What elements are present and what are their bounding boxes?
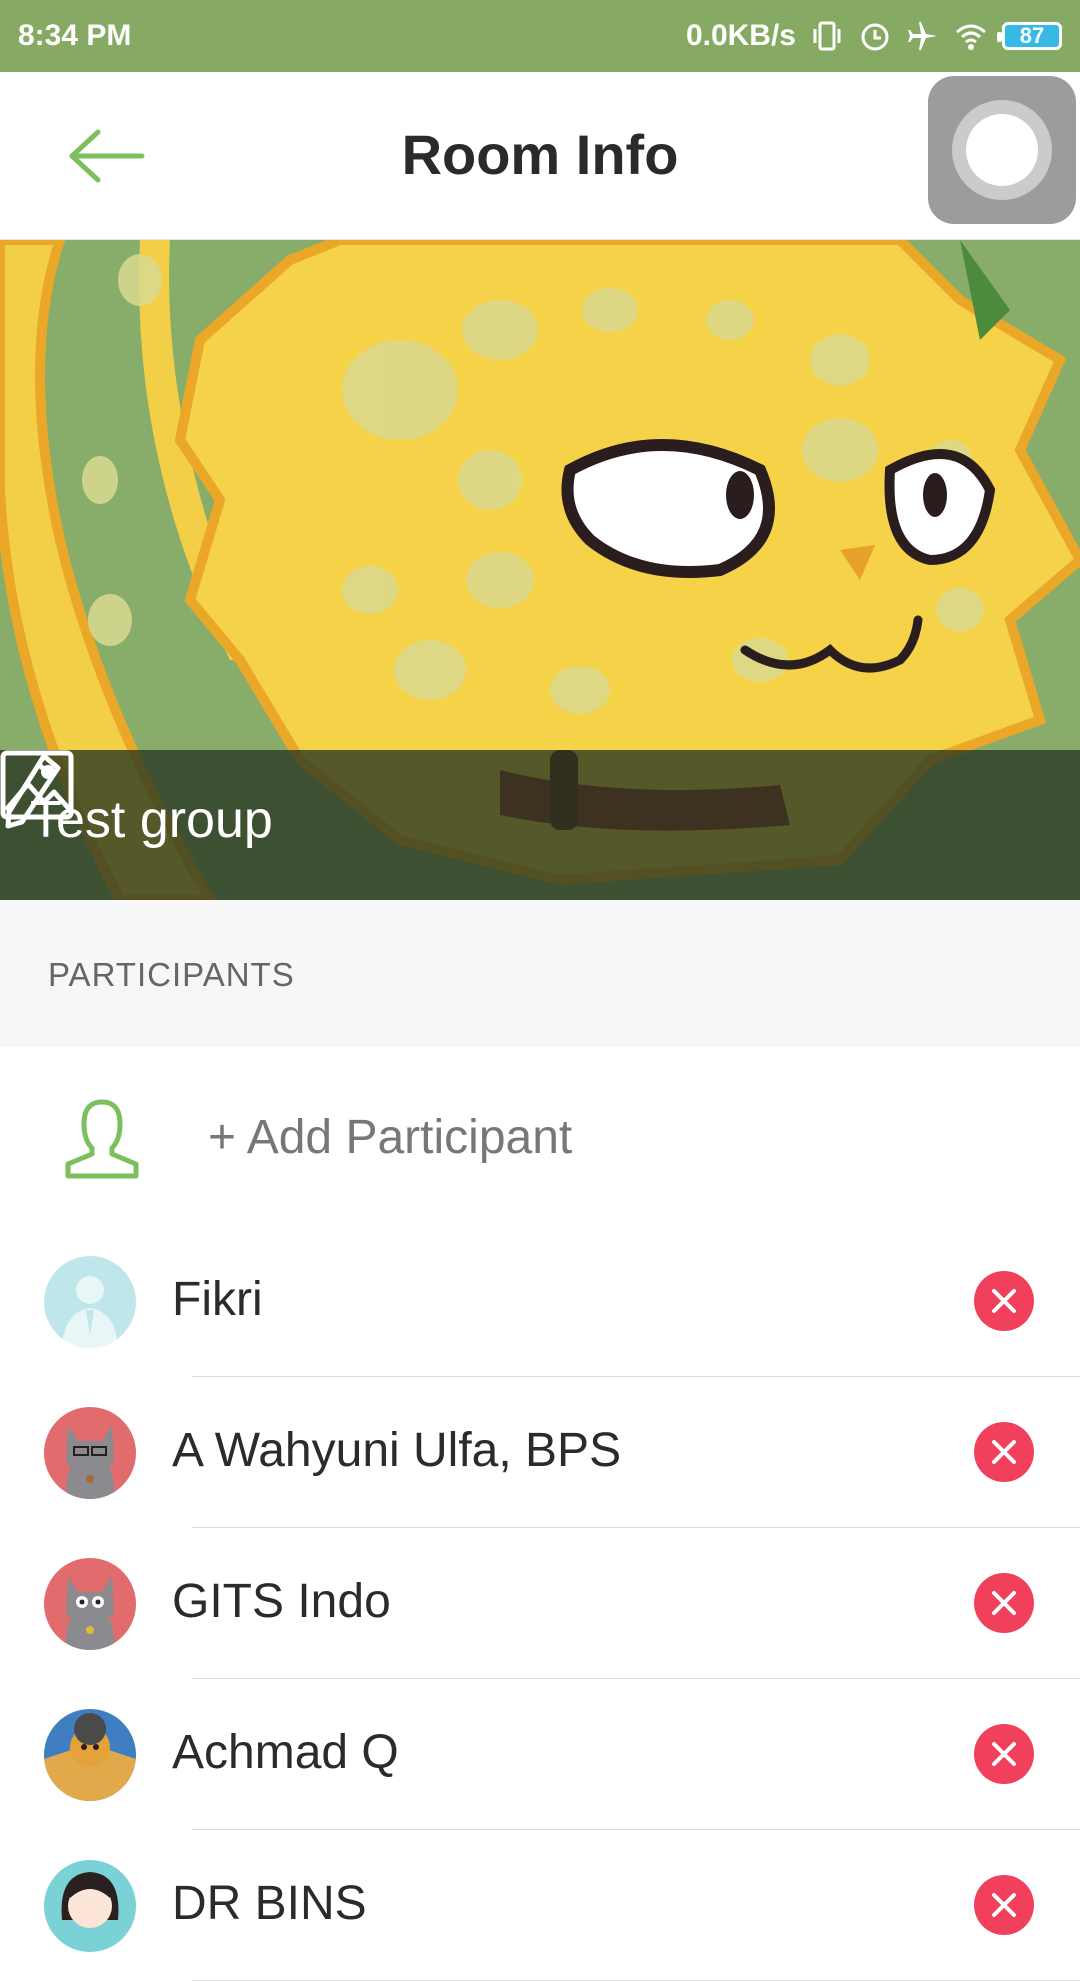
assistive-touch-button[interactable]: [928, 76, 1076, 224]
list-item[interactable]: A Wahyuni Ulfa, BPS: [0, 1377, 1080, 1528]
participants-section-header: PARTICIPANTS: [0, 900, 1080, 1046]
close-icon: [992, 1742, 1016, 1766]
status-bar: 8:34 PM 0.0KB/s 87: [0, 0, 1080, 72]
participant-name: Fikri: [172, 1273, 263, 1326]
list-item[interactable]: GITS Indo: [0, 1528, 1080, 1679]
avatar: [44, 1256, 136, 1348]
remove-participant-button[interactable]: [974, 1875, 1034, 1935]
participant-name: DR BINS: [172, 1877, 367, 1930]
avatar: [44, 1860, 136, 1952]
section-title: PARTICIPANTS: [48, 956, 295, 993]
battery-icon: 87: [997, 22, 1062, 50]
participant-list: Fikri A Wahyuni Ulfa, BPS GITS Indo Achm…: [0, 1226, 1080, 1981]
remove-participant-button[interactable]: [974, 1573, 1034, 1633]
vibrate-icon: [813, 21, 841, 51]
status-icons: 0.0KB/s 87: [686, 19, 1062, 53]
airplane-icon: [908, 22, 937, 50]
app-header: Room Info: [0, 72, 1080, 240]
avatar: [44, 1407, 136, 1499]
participant-name: GITS Indo: [172, 1575, 391, 1628]
list-item[interactable]: DR BINS: [0, 1830, 1080, 1981]
add-participant-label: + Add Participant: [208, 1111, 573, 1164]
participant-name: A Wahyuni Ulfa, BPS: [172, 1424, 622, 1477]
avatar: [44, 1709, 136, 1801]
close-icon: [992, 1591, 1016, 1615]
remove-participant-button[interactable]: [974, 1724, 1034, 1784]
participant-name: Achmad Q: [172, 1726, 399, 1779]
list-item[interactable]: Fikri: [0, 1226, 1080, 1377]
status-time: 8:34 PM: [18, 19, 132, 52]
add-participant-button[interactable]: + Add Participant: [0, 1046, 1080, 1226]
remove-participant-button[interactable]: [974, 1271, 1034, 1331]
image-icon[interactable]: [0, 750, 74, 820]
network-speed: 0.0KB/s: [685, 19, 796, 52]
wifi-icon: [956, 24, 986, 50]
list-item[interactable]: Achmad Q: [0, 1679, 1080, 1830]
person-outline-icon: [65, 1099, 139, 1179]
page-title: Room Info: [401, 123, 679, 186]
close-icon: [992, 1289, 1016, 1313]
close-icon: [992, 1440, 1016, 1464]
avatar: [44, 1558, 136, 1650]
alarm-icon: [861, 23, 889, 51]
group-cover: Test group: [0, 240, 1080, 900]
cover-info-bar: Test group: [0, 750, 1080, 900]
close-icon: [992, 1893, 1016, 1917]
remove-participant-button[interactable]: [974, 1422, 1034, 1482]
